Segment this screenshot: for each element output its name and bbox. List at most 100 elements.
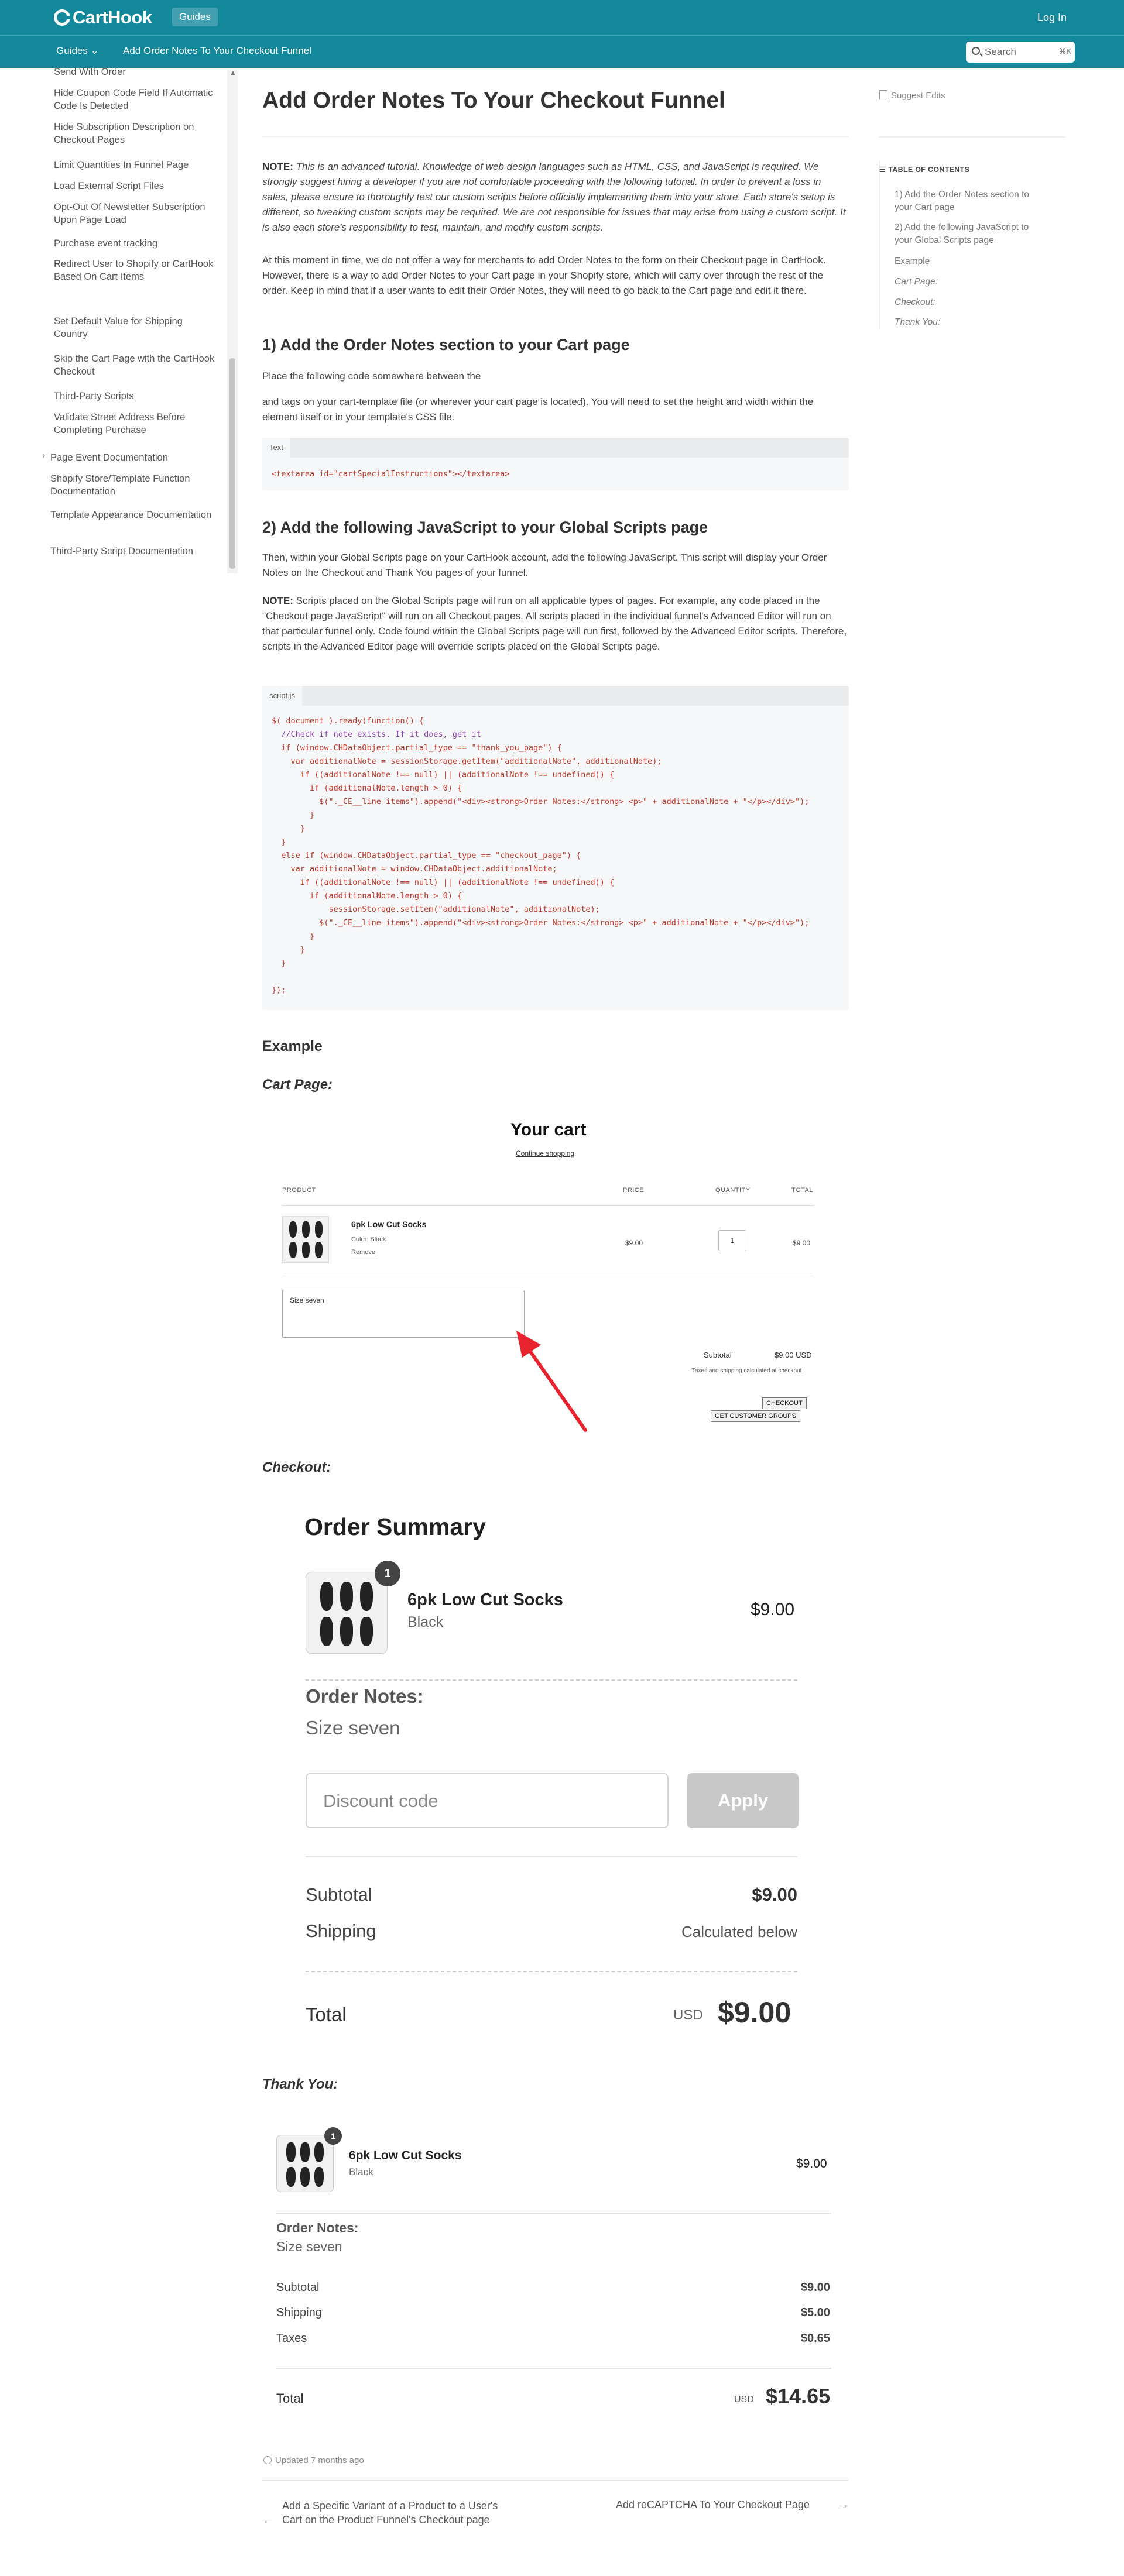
order-note-textarea[interactable]: Size seven [282,1290,525,1338]
sidebar-item[interactable]: Hide Subscription Description on Checkou… [54,121,218,146]
product-variant: Black [349,2166,373,2177]
sidebar-item[interactable]: Validate Street Address Before Completin… [54,411,218,437]
toc-item[interactable]: Checkout: [895,296,1035,309]
code-line: } [272,837,286,847]
subtotal-value: $9.00 [800,2281,830,2294]
sidebar-item[interactable]: Third-Party Scripts [54,390,218,403]
sidebar-item[interactable]: Limit Quantities In Funnel Page [54,159,218,171]
product-name: 6pk Low Cut Socks [349,2149,462,2162]
toc-item[interactable]: 2) Add the following JavaScript to your … [895,221,1035,247]
code-line: if (window.CHDataObject.partial_type == … [272,743,562,753]
product-image [276,2135,334,2192]
continue-shopping-link[interactable]: Continue shopping [516,1149,574,1158]
toc-item[interactable]: Example [895,255,1035,268]
currency-label: USD [734,2395,754,2405]
product-name: 6pk Low Cut Socks [407,1591,563,1609]
code-line: if ((additionalNote !== null) || (additi… [272,878,615,887]
page-title: Add Order Notes To Your Checkout Funnel [262,88,725,113]
carthook-logo[interactable]: CartHook [54,6,152,29]
toc-item[interactable]: 1) Add the Order Notes section to your C… [895,188,1035,214]
divider [879,136,1065,138]
suggest-edits-link[interactable]: Suggest Edits [879,90,945,101]
cart-item-total: $9.00 [793,1239,811,1247]
sidebar-section[interactable]: Template Appearance Documentation [50,509,214,521]
total-value: $9.00 [718,1996,791,2029]
search-icon [972,47,980,55]
suggest-edits-label: Suggest Edits [891,91,945,101]
product-price: $9.00 [796,2157,827,2170]
toc-rail [879,161,880,329]
chevron-down-icon: ⌄ [90,45,99,56]
chevron-right-icon[interactable]: › [42,451,45,461]
shipping-label: Shipping [276,2306,322,2319]
sidebar-item[interactable]: Load External Script Files [54,180,218,193]
code-line: sessionStorage.setItem("additionalNote",… [272,905,600,914]
code-block-script: script.js $( document ).ready(function()… [262,686,849,1010]
remove-link[interactable]: Remove [351,1249,375,1256]
advanced-note: NOTE: This is an advanced tutorial. Know… [262,159,848,235]
sidebar-item[interactable]: Redirect User to Shopify or CartHook Bas… [54,257,218,283]
sidebar-item[interactable]: Hide Coupon Code Field If Automatic Code… [54,87,218,112]
sidebar-section[interactable]: Third-Party Script Documentation [50,545,214,558]
code-line: } [272,810,315,820]
order-summary-title: Order Summary [304,1513,486,1540]
top-header: CartHook Guides Log In Guides ⌄ Add Orde… [0,0,1124,68]
search-input[interactable]: Search ⌘K [966,42,1075,63]
guides-dropdown[interactable]: Guides ⌄ [56,45,99,57]
scroll-up-icon[interactable]: ▲ [229,68,237,77]
taxes-label: Taxes [276,2332,307,2345]
sidebar-item[interactable]: Purchase event tracking [54,237,218,250]
note-label: NOTE: [262,161,293,172]
order-notes-value: Size seven [306,1717,400,1739]
order-notes-label: Order Notes: [276,2220,359,2235]
guides-badge[interactable]: Guides [172,8,218,26]
apply-button[interactable]: Apply [687,1773,799,1828]
cart-item-price: $9.00 [625,1239,643,1247]
next-article-label: Add reCAPTCHA To Your Checkout Page [616,2499,810,2510]
sidebar-section[interactable]: Page Event Documentation [50,451,214,464]
discount-code-input[interactable]: Discount code [306,1773,669,1828]
code-tab-bar: Text [262,438,849,458]
example-heading: Example [262,1038,323,1055]
sidebar-item[interactable]: Send With Order [54,66,218,78]
sidebar-item[interactable]: Skip the Cart Page with the CartHook Che… [54,352,218,378]
nav-page-title: Add Order Notes To Your Checkout Funnel [123,45,311,56]
updated-text: Updated 7 months ago [275,2455,364,2465]
note-label: NOTE: [262,595,293,606]
logo-text: CartHook [73,7,152,28]
toc-item[interactable]: Cart Page: [895,276,1035,288]
toc-item[interactable]: Thank You: [895,316,1035,329]
sidebar-item[interactable]: Opt-Out Of Newsletter Subscription Upon … [54,201,218,226]
total-value: $14.65 [766,2384,831,2408]
code-line: } [272,932,315,941]
sidebar-scrollbar-thumb[interactable] [229,358,235,569]
paragraph: Then, within your Global Scripts page on… [262,552,827,578]
checkout-button[interactable]: CHECKOUT [762,1397,807,1409]
code-tab[interactable]: script.js [262,686,303,706]
cart-subtotal: $9.00 USD [775,1351,812,1359]
cart-item-color: Color: Black [351,1236,386,1243]
col-price: PRICE [623,1187,645,1194]
code-line: //Check if note exists. If it does, get … [272,730,481,739]
thank-you-heading: Thank You: [262,2076,338,2092]
code-line: $( document ).ready(function() { [272,716,424,726]
sidebar-section[interactable]: Shopify Store/Template Function Document… [50,472,214,498]
sidebar-item[interactable]: Set Default Value for Shipping Country [54,315,218,341]
customer-groups-button[interactable]: GET CUSTOMER GROUPS [711,1410,800,1422]
product-image [282,1216,329,1263]
shipping-label: Shipping [306,1921,376,1941]
taxes-note: Taxes and shipping calculated at checkou… [692,1368,802,1374]
code-line: <textarea id="cartSpecialInstructions"><… [272,469,510,479]
cart-item-name[interactable]: 6pk Low Cut Socks [351,1220,426,1229]
quantity-input[interactable]: 1 [718,1230,746,1251]
divider [262,2480,849,2481]
code-tab[interactable]: Text [262,438,290,458]
paragraph: and tags on your cart-template file (or … [262,396,814,423]
search-placeholder: Search [985,46,1016,57]
login-link[interactable]: Log In [1037,12,1067,24]
taxes-value: $0.65 [800,2332,830,2345]
order-notes-label: Order Notes: [306,1685,424,1707]
product-variant: Black [407,1614,444,1630]
code-line: else if (window.CHDataObject.partial_typ… [272,851,581,860]
divider [276,2368,831,2369]
